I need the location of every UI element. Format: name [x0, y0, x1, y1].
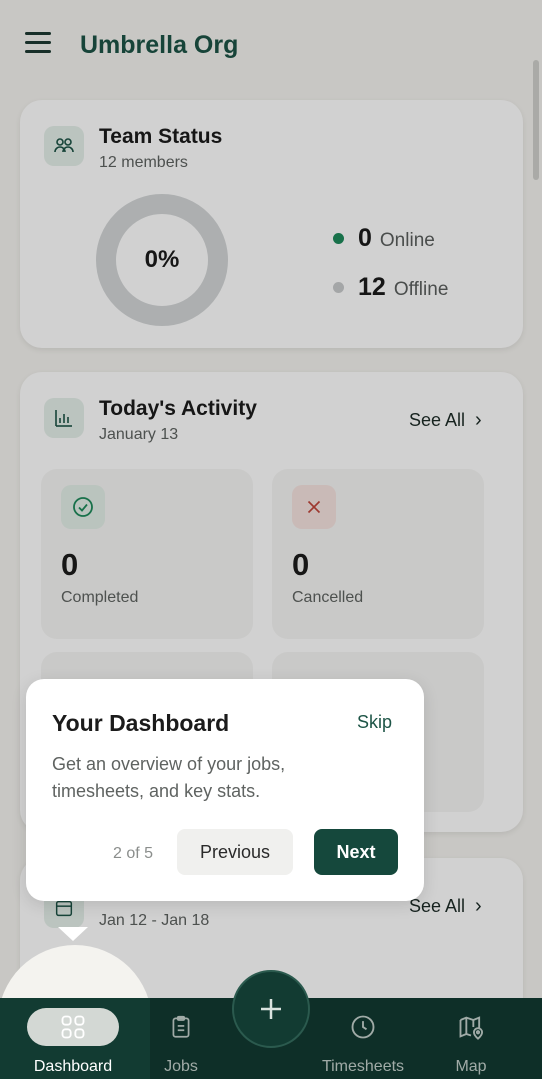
previous-button[interactable]: Previous	[177, 829, 293, 875]
add-button[interactable]	[232, 970, 310, 1048]
tour-overlay	[0, 0, 542, 1079]
next-button[interactable]: Next	[314, 829, 398, 875]
skip-button[interactable]: Skip	[357, 712, 392, 733]
tour-description: Get an overview of your jobs, timesheets…	[52, 754, 286, 801]
tour-title: Your Dashboard	[52, 710, 230, 736]
tour-pointer-arrow	[58, 927, 88, 941]
plus-icon	[261, 999, 281, 1019]
nav-dashboard[interactable]: Dashboard	[27, 998, 119, 1079]
nav-dashboard-label: Dashboard	[33, 1058, 113, 1075]
grid-icon	[59, 1012, 87, 1042]
nav-overlay-dim	[150, 998, 542, 1079]
tour-step-indicator: 2 of 5	[113, 845, 154, 862]
tour-popup: Your Dashboard Skip Get an overview of y…	[26, 679, 424, 901]
